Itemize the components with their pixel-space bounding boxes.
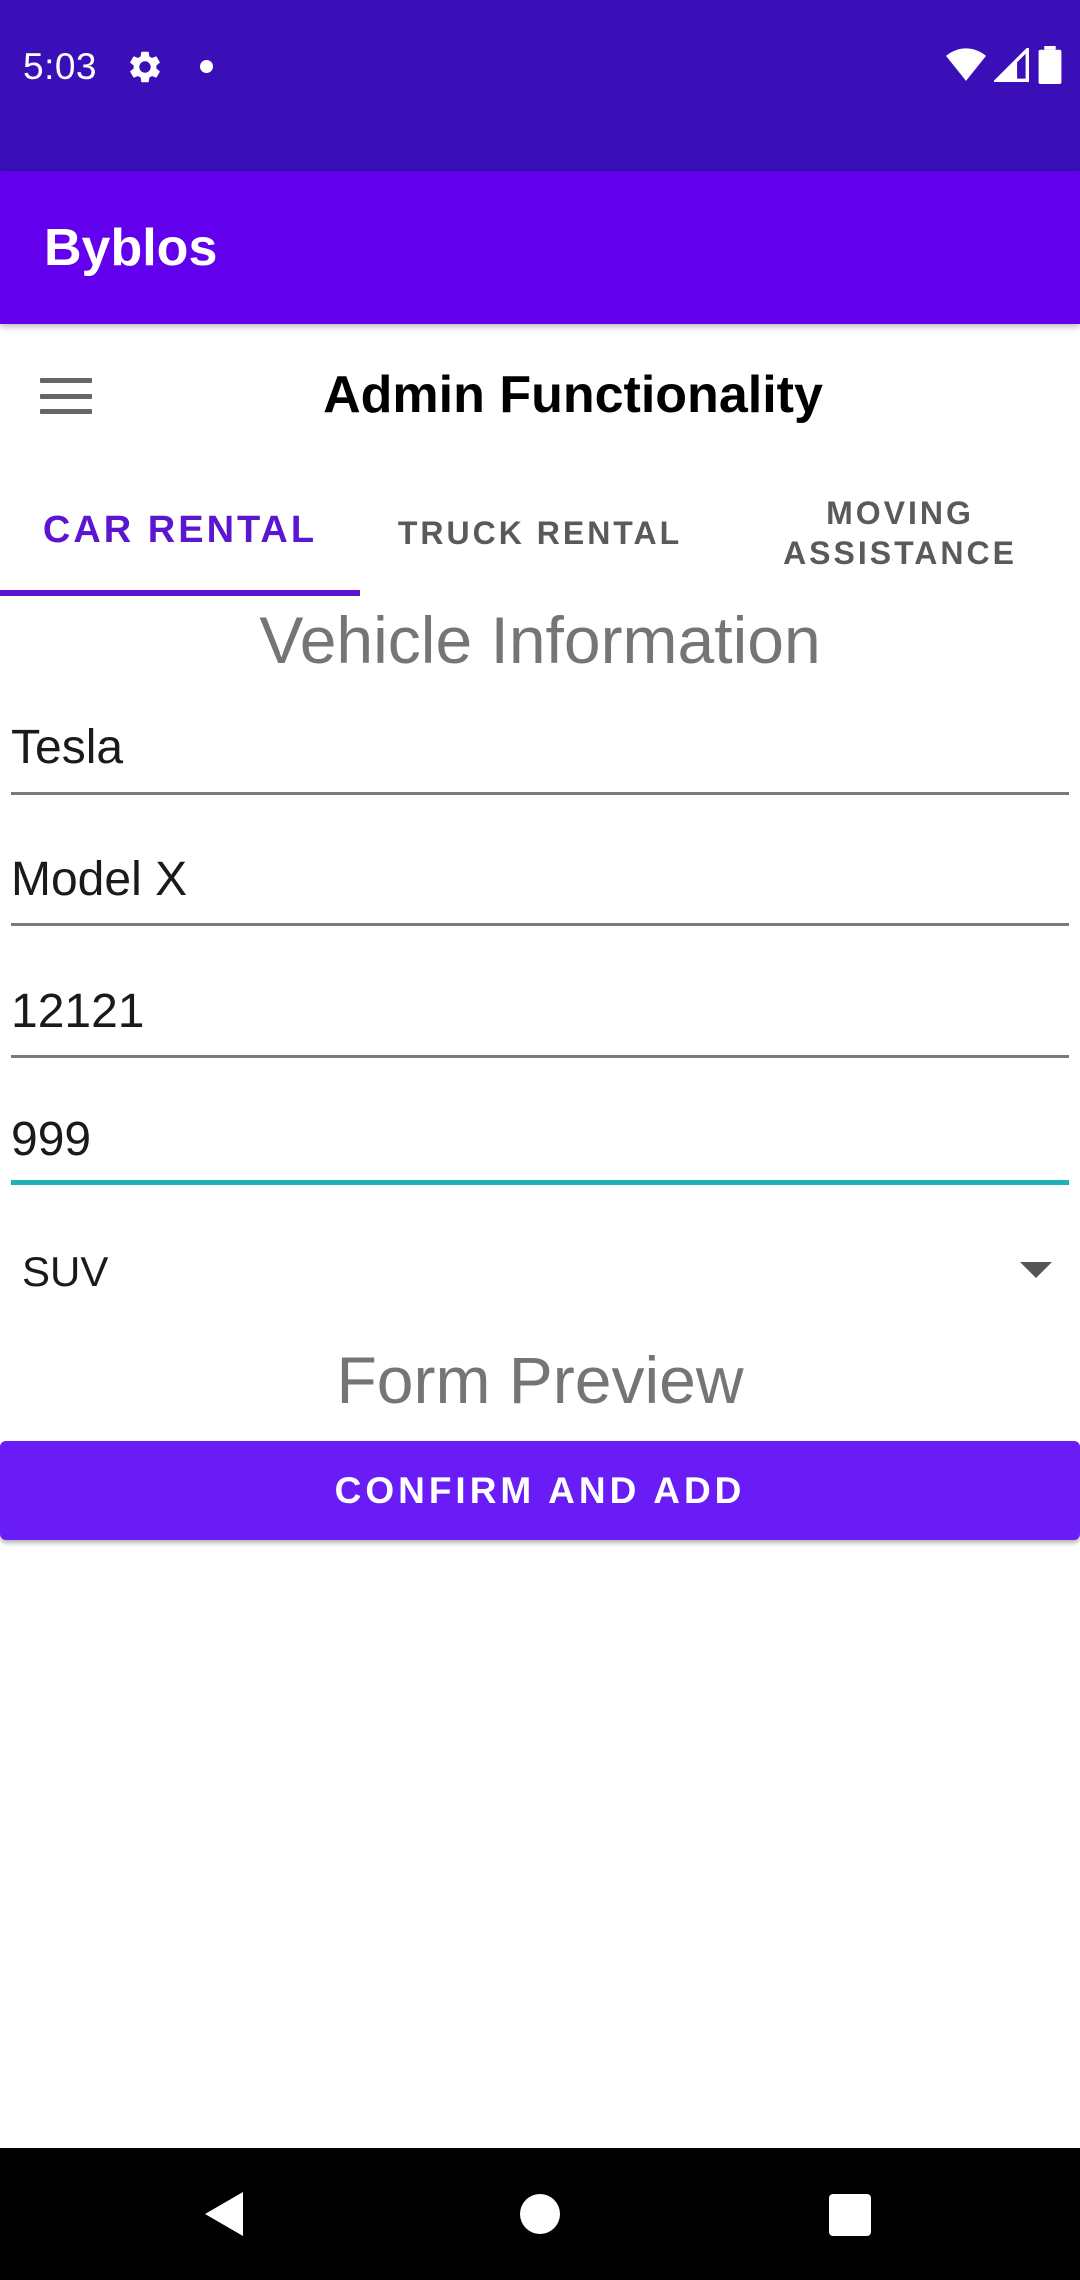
form-preview-heading: Form Preview xyxy=(336,1343,744,1417)
make-field[interactable]: Tesla xyxy=(11,720,1069,795)
gear-icon xyxy=(130,51,160,83)
status-time: 5:03 xyxy=(23,46,98,87)
tab-truck-rental[interactable]: TRUCK RENTAL xyxy=(360,470,720,596)
model-field[interactable]: Model X xyxy=(11,852,1069,926)
home-icon[interactable] xyxy=(520,2194,560,2234)
page-title: Admin Functionality xyxy=(323,366,823,424)
dropdown-arrow-icon xyxy=(1020,1262,1052,1278)
notification-dot-icon xyxy=(200,60,213,73)
tab-car-rental[interactable]: CAR RENTAL xyxy=(0,470,360,596)
app-title: Byblos xyxy=(44,218,218,277)
tab-moving-assistance[interactable]: MOVING ASSISTANCE xyxy=(720,470,1080,596)
vehicle-type-value: SUV xyxy=(22,1248,109,1295)
vehicle-type-dropdown[interactable]: SUV xyxy=(22,1240,1052,1302)
battery-icon xyxy=(1038,46,1062,84)
back-icon[interactable] xyxy=(205,2192,243,2236)
confirm-and-add-button[interactable]: CONFIRM AND ADD xyxy=(0,1441,1080,1540)
cell-signal-icon xyxy=(994,48,1029,82)
app-bar: Byblos xyxy=(0,171,1080,324)
system-nav-bar xyxy=(0,2148,1080,2280)
price-field[interactable]: 999 xyxy=(11,1112,1069,1185)
tab-bar: CAR RENTAL TRUCK RENTAL MOVING ASSISTANC… xyxy=(0,470,1080,596)
recent-apps-icon[interactable] xyxy=(829,2194,871,2236)
status-bar: 5:03 xyxy=(0,0,1080,171)
status-right-icons xyxy=(946,46,1062,84)
number-field[interactable]: 12121 xyxy=(11,984,1069,1058)
vehicle-information-heading: Vehicle Information xyxy=(259,603,821,677)
wifi-icon xyxy=(946,48,986,81)
